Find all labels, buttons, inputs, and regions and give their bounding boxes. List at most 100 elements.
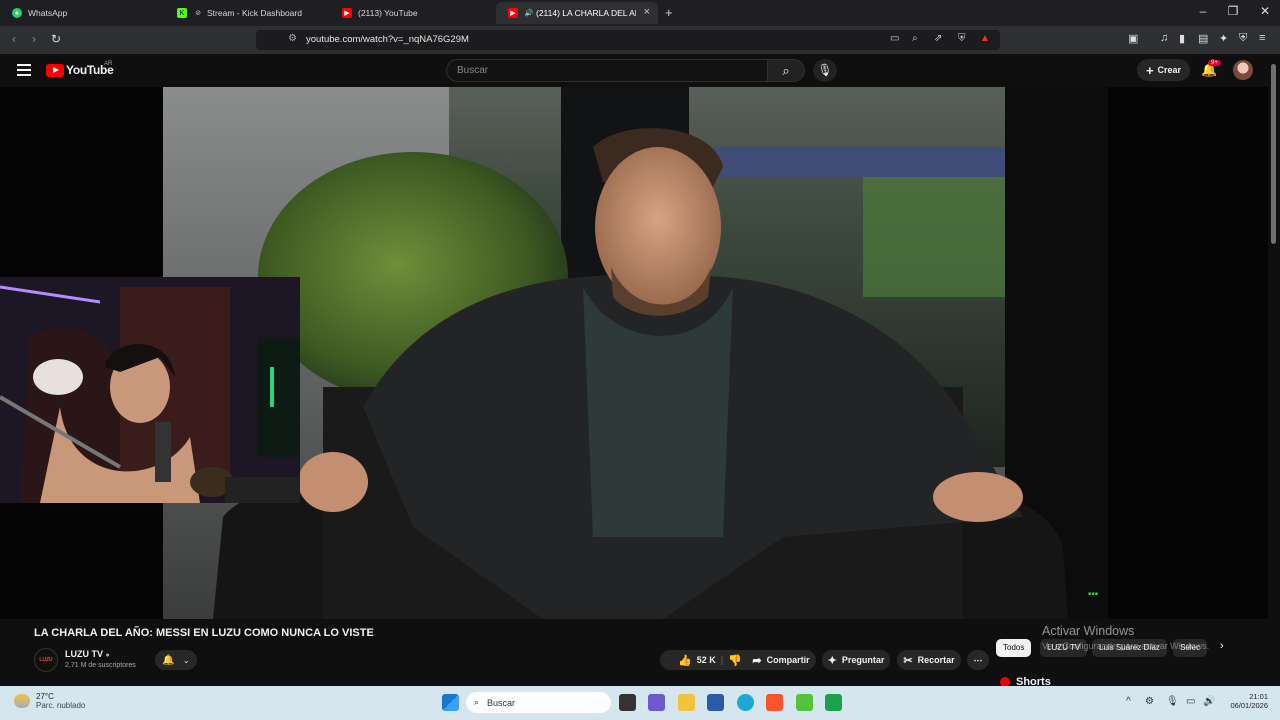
windows-activation-subtitle: Ve a Configuración para activar Windows.: [1042, 641, 1210, 651]
search-input[interactable]: Buscar: [446, 59, 768, 82]
network-icon[interactable]: ▭: [1186, 696, 1195, 707]
hamburger-menu-icon[interactable]: [17, 64, 31, 76]
ask-button[interactable]: ✦ Preguntar: [822, 650, 890, 670]
avatar[interactable]: [1233, 60, 1253, 80]
page-scrollbar[interactable]: [1268, 54, 1280, 686]
close-window-button[interactable]: ✕: [1250, 4, 1280, 18]
chevron-up-icon[interactable]: ^: [1126, 696, 1131, 707]
zoom-icon[interactable]: ⌕: [912, 33, 918, 44]
brave-shield-icon[interactable]: ⛨: [958, 33, 966, 44]
subscription-notifications-button[interactable]: 🔔 ⌄: [155, 650, 197, 670]
browser-tab-strip: ● WhatsApp K ⊘ Stream - Kick Dashboard ▶…: [0, 0, 1280, 26]
muted-icon: ⊘: [195, 10, 201, 17]
weather-widget[interactable]: 27°C Parc. nublado: [14, 692, 85, 710]
kick-icon: K: [177, 8, 187, 18]
url-text: youtube.com/watch?v=_nqNA76G29M: [306, 34, 469, 45]
clock-date: 06/01/2026: [1230, 701, 1268, 710]
chevron-down-icon: ⌄: [182, 655, 190, 665]
youtube-header: YouTube AR Buscar ⌕ 🎙 + Crear 🔔 9+: [0, 54, 1280, 87]
close-tab-icon[interactable]: ×: [644, 6, 650, 18]
whatsapp-icon: ●: [12, 8, 22, 18]
kick-app-icon[interactable]: [825, 694, 842, 711]
voice-search-button[interactable]: 🎙: [813, 59, 837, 82]
search-icon: ⌕: [782, 63, 790, 78]
youtube-icon: ▶: [508, 8, 518, 18]
volume-icon[interactable]: 🔊: [1203, 696, 1215, 707]
channel-name[interactable]: LUZU TV ●: [65, 649, 110, 659]
microphone-icon: 🎙: [817, 63, 833, 77]
teams-icon[interactable]: [648, 694, 665, 711]
obs-app-icon[interactable]: [796, 694, 813, 711]
edge-icon[interactable]: [737, 694, 754, 711]
leo-ai-icon[interactable]: ✦: [1219, 32, 1228, 45]
task-view-icon[interactable]: [619, 694, 636, 711]
like-dislike-group: 👍 52 K | 👎: [660, 650, 760, 670]
url-field[interactable]: ⚙ youtube.com/watch?v=_nqNA76G29M ▭ ⌕ ⇗ …: [256, 30, 1000, 50]
system-clock[interactable]: 21:01 06/01/2026: [1222, 692, 1268, 710]
tab-kick-dashboard[interactable]: K ⊘ Stream - Kick Dashboard: [165, 2, 335, 24]
search-placeholder: Buscar: [457, 65, 489, 76]
divider: |: [720, 655, 724, 665]
clip-button[interactable]: ✂ Recortar: [897, 650, 961, 670]
reload-button[interactable]: ↻: [51, 32, 61, 46]
tab-youtube-video[interactable]: ▶ 🔊 (2114) LA CHARLA DEL AÑO: ×: [496, 2, 658, 24]
verified-icon: ●: [105, 652, 110, 659]
like-button[interactable]: 👍 52 K: [678, 654, 716, 667]
search-button[interactable]: ⌕: [767, 59, 805, 82]
weather-description: Parc. nublado: [36, 701, 86, 710]
partly-cloudy-icon: [14, 694, 30, 708]
video-frame[interactable]: ▪▪▪: [163, 87, 1108, 619]
chevron-right-icon[interactable]: ›: [1220, 640, 1224, 652]
forward-button[interactable]: ›: [32, 32, 36, 46]
maximize-button[interactable]: ❐: [1218, 4, 1248, 18]
share-icon[interactable]: ⇗: [934, 33, 942, 44]
more-dots-icon: ⋯: [973, 654, 983, 665]
webcam-scene: [0, 277, 300, 503]
channel-avatar[interactable]: LUZU: [34, 648, 58, 672]
music-icon[interactable]: ♫: [1160, 32, 1168, 44]
scissors-icon: ✂: [903, 654, 913, 667]
svg-text:▪▪▪: ▪▪▪: [1088, 591, 1098, 597]
thumbs-up-icon: 👍: [678, 654, 692, 667]
share-button[interactable]: ➦ Compartir: [746, 650, 816, 670]
scrollbar-thumb[interactable]: [1271, 64, 1276, 244]
tab-whatsapp[interactable]: ● WhatsApp: [0, 2, 170, 24]
youtube-icon: ▶: [342, 8, 352, 18]
sparkle-icon: ✦: [827, 654, 837, 667]
search-icon: ⌕: [474, 697, 480, 707]
tray-app-icon[interactable]: ⚙: [1145, 696, 1154, 707]
audio-icon: 🔊: [524, 10, 534, 17]
subscriber-count: 2,71 M de suscriptores: [65, 662, 136, 669]
back-button[interactable]: ‹: [12, 32, 16, 46]
start-button-icon[interactable]: [442, 694, 459, 711]
vpn-icon[interactable]: ⛨: [1239, 32, 1247, 45]
windows-taskbar: 27°C Parc. nublado ⌕ Buscar ^ ⚙ 🎙 ▭ 🔊 21…: [0, 686, 1280, 720]
region-code: AR: [104, 61, 113, 67]
video-scene: ▪▪▪: [163, 87, 1108, 619]
more-actions-button[interactable]: ⋯: [967, 650, 989, 670]
brave-rewards-icon[interactable]: ▲: [980, 33, 990, 44]
address-bar-row: ‹ › ↻ ⛉ ⚙ youtube.com/watch?v=_nqNA76G29…: [0, 26, 1280, 54]
screen-icon[interactable]: ▭: [890, 33, 899, 44]
new-tab-button[interactable]: +: [665, 5, 673, 20]
microphone-icon[interactable]: 🎙: [1166, 696, 1179, 707]
file-explorer-icon[interactable]: [678, 694, 695, 711]
media-icon[interactable]: ▣: [1128, 32, 1138, 45]
taskbar-search[interactable]: ⌕ Buscar: [466, 692, 611, 713]
youtube-logo-icon[interactable]: [46, 64, 64, 77]
wallet-icon[interactable]: ▤: [1198, 32, 1208, 45]
dislike-button[interactable]: 👎: [728, 654, 742, 667]
create-button[interactable]: + Crear: [1137, 59, 1190, 81]
share-arrow-icon: ➦: [752, 654, 762, 667]
video-title: LA CHARLA DEL AÑO: MESSI EN LUZU COMO NU…: [34, 627, 374, 639]
windows-activation-title: Activar Windows: [1042, 624, 1135, 638]
store-icon[interactable]: [707, 694, 724, 711]
clock-time: 21:01: [1249, 692, 1268, 701]
site-info-icon[interactable]: ⚙: [288, 33, 297, 44]
filter-chip-todos[interactable]: Todos: [996, 639, 1032, 657]
menu-icon[interactable]: ≡: [1259, 32, 1265, 44]
brave-icon[interactable]: [766, 694, 783, 711]
sidebar-icon[interactable]: ▮: [1179, 32, 1185, 45]
minimize-button[interactable]: –: [1188, 4, 1218, 18]
tab-youtube-home[interactable]: ▶ (2113) YouTube: [330, 2, 495, 24]
